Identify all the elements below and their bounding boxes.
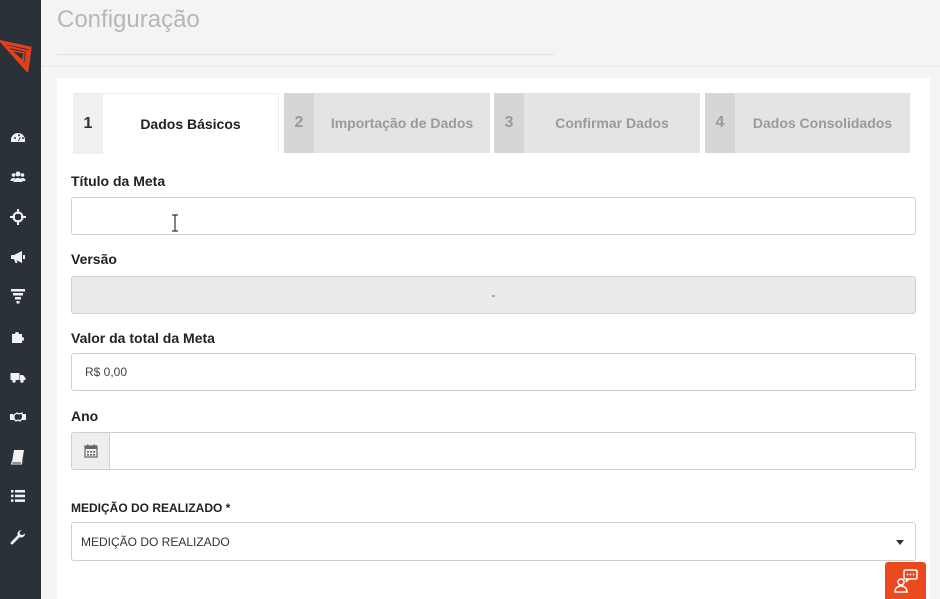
titulo-meta-input[interactable] — [71, 197, 916, 235]
chevron-down-icon — [896, 540, 904, 545]
text-cursor-icon — [172, 214, 178, 232]
chat-icon — [893, 568, 918, 593]
step-label: Dados Básicos — [140, 116, 241, 132]
step-number: 3 — [494, 93, 524, 153]
valor-meta-input[interactable]: R$ 0,00 — [71, 353, 916, 391]
funnel-icon[interactable] — [9, 287, 27, 305]
wizard-step-dados-consolidados[interactable]: 4 Dados Consolidados — [705, 93, 910, 153]
page-title: Configuração — [57, 6, 200, 33]
header-divider — [41, 66, 940, 67]
crosshair-icon[interactable] — [9, 208, 27, 226]
title-divider — [57, 54, 554, 55]
versao-label: Versão — [71, 251, 117, 267]
chat-support-button[interactable] — [885, 562, 926, 599]
step-label: Importação de Dados — [330, 115, 474, 131]
wrench-icon[interactable] — [9, 528, 27, 546]
step-number: 4 — [705, 93, 735, 153]
sidebar — [0, 0, 41, 599]
ano-input[interactable] — [109, 432, 916, 470]
medicao-select[interactable]: MEDIÇÃO DO REALIZADO — [71, 522, 916, 561]
users-icon[interactable] — [9, 168, 27, 186]
step-label: Dados Consolidados — [752, 115, 893, 131]
step-label: Confirmar Dados — [555, 115, 669, 131]
dashboard-icon[interactable] — [9, 129, 27, 147]
handshake-icon[interactable] — [9, 408, 27, 426]
versao-input: - — [71, 276, 916, 314]
wizard-step-dados-basicos[interactable]: 1 Dados Básicos — [73, 93, 279, 154]
brand-logo-icon[interactable] — [0, 32, 33, 72]
wizard-step-importacao-de-dados[interactable]: 2 Importação de Dados — [284, 93, 490, 153]
medicao-label: MEDIÇÃO DO REALIZADO * — [71, 501, 231, 515]
valor-meta-label: Valor da total da Meta — [71, 330, 215, 346]
calendar-icon[interactable] — [71, 432, 110, 470]
puzzle-icon[interactable] — [9, 327, 27, 345]
ano-label: Ano — [71, 408, 99, 424]
book-icon[interactable] — [9, 448, 27, 466]
step-number: 2 — [284, 93, 314, 153]
truck-icon[interactable] — [9, 368, 27, 386]
megaphone-icon[interactable] — [9, 248, 27, 266]
list-icon[interactable] — [9, 487, 27, 505]
medicao-selected-value: MEDIÇÃO DO REALIZADO — [81, 534, 230, 549]
titulo-meta-label: Título da Meta — [71, 173, 166, 189]
step-number: 1 — [73, 94, 103, 154]
wizard-step-confirmar-dados[interactable]: 3 Confirmar Dados — [494, 93, 700, 153]
